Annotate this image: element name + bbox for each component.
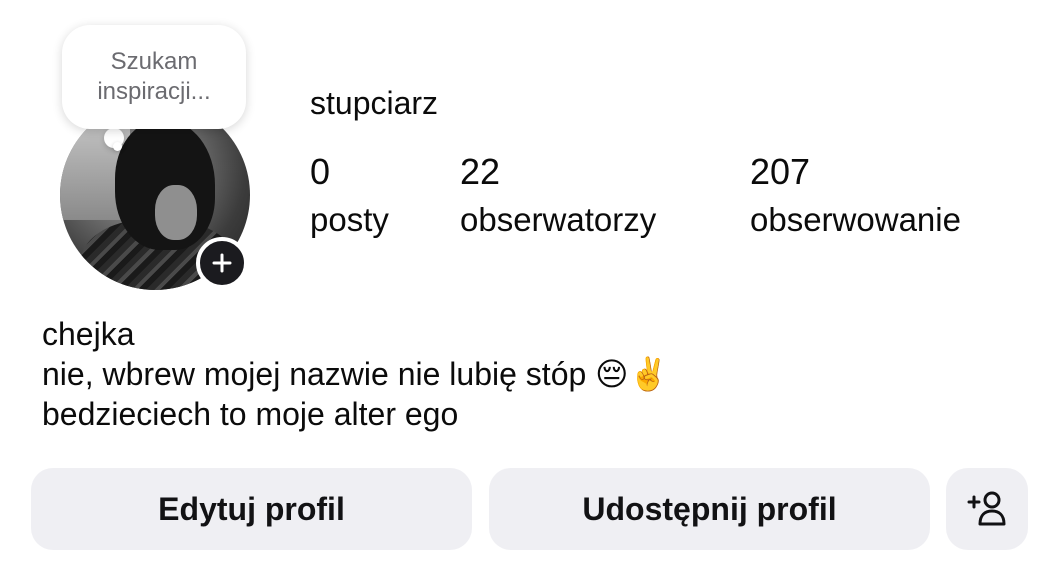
note-bubble-tail-small <box>113 142 122 151</box>
profile-note-bubble[interactable]: Szukam inspiracji... <box>62 25 246 129</box>
stat-following[interactable]: 207 obserwowanie <box>750 150 961 242</box>
discover-people-button[interactable] <box>946 468 1028 550</box>
plus-icon <box>212 253 232 273</box>
following-label: obserwowanie <box>750 201 961 238</box>
add-story-button[interactable] <box>196 237 248 289</box>
bio-line-1: chejka <box>42 316 135 352</box>
stat-followers[interactable]: 22 obserwatorzy <box>460 150 656 242</box>
posts-count: 0 <box>310 151 331 192</box>
followers-label: obserwatorzy <box>460 201 657 238</box>
profile-username: stupciarz <box>310 85 439 121</box>
avatar-figure-face <box>155 185 197 240</box>
profile-bio: chejka nie, wbrew mojej nazwie nie lubię… <box>42 314 668 434</box>
bio-line-3: bedzieciech to moje alter ego <box>42 396 459 432</box>
profile-header: Szukam inspiracji... stupciarz 0 posty 2… <box>0 0 1060 570</box>
stat-posts[interactable]: 0 posty <box>310 150 389 242</box>
bio-line-2: nie, wbrew mojej nazwie nie lubię stóp 😔… <box>42 356 669 392</box>
share-profile-button[interactable]: Udostępnij profil <box>489 468 930 550</box>
edit-profile-button[interactable]: Edytuj profil <box>31 468 472 550</box>
profile-note-text: Szukam inspiracji... <box>97 48 211 105</box>
followers-count: 22 <box>460 151 501 192</box>
add-person-icon <box>967 491 1006 526</box>
following-count: 207 <box>750 151 811 192</box>
posts-label: posty <box>310 201 389 238</box>
